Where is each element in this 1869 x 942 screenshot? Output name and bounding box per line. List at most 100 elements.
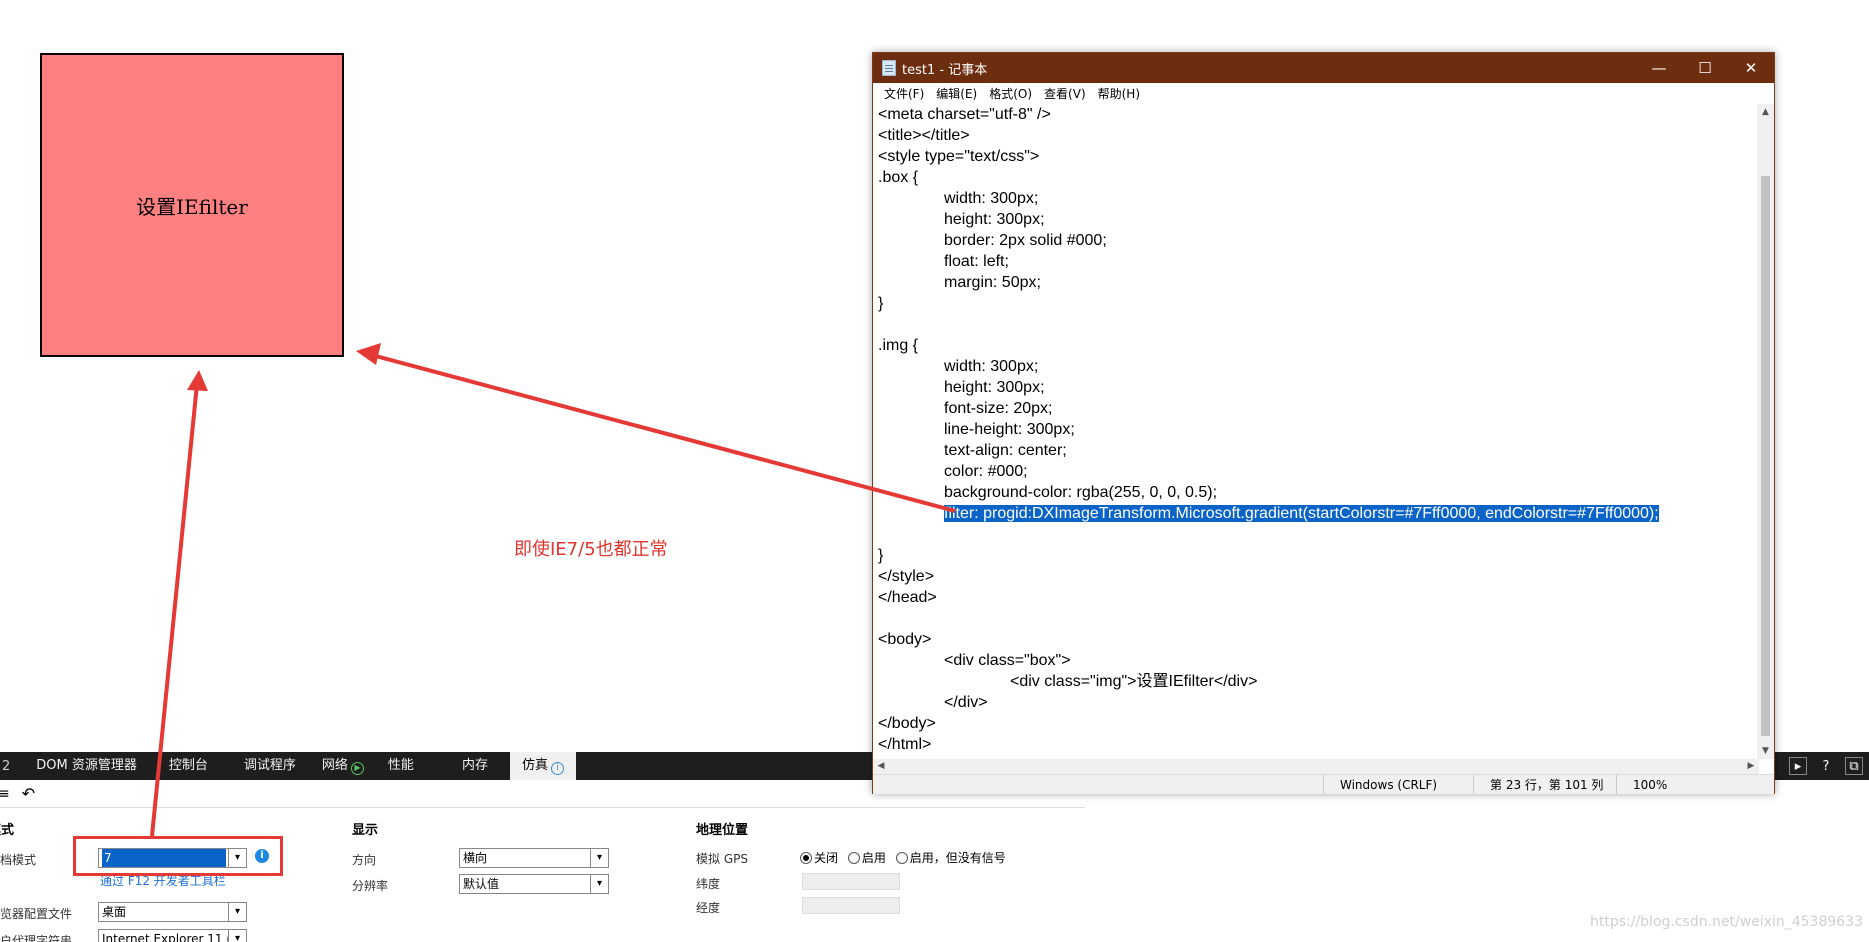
editor-line-text: </body>: [878, 715, 936, 732]
resolution-select[interactable]: 默认值 ▾: [459, 874, 609, 894]
demo-filter-box: 设置IEfilter: [40, 53, 344, 357]
editor-line-text: font-size: 20px;: [944, 400, 1053, 417]
radio-icon: [895, 852, 908, 864]
vertical-scrollbar[interactable]: ▲ ▼: [1757, 104, 1774, 759]
editor-line-text: float: left;: [944, 253, 1009, 270]
notepad-titlebar[interactable]: test1 - 记事本 — ☐ ✕: [873, 53, 1774, 83]
horizontal-scrollbar[interactable]: ◀ ▶: [873, 759, 1759, 774]
doc-mode-highlight-box: [73, 836, 283, 876]
menu-help[interactable]: 帮助(H): [1092, 85, 1146, 102]
editor-line: width: 300px;: [878, 356, 1757, 377]
tab-dom-explorer[interactable]: DOM 资源管理器: [16, 752, 149, 780]
editor-line: </style>: [878, 566, 1757, 587]
editor-line-text: .box {: [878, 169, 919, 186]
tab-emulation[interactable]: 仿真 i: [509, 752, 576, 780]
undo-icon[interactable]: ↶: [22, 784, 35, 803]
orientation-select[interactable]: 横向 ▾: [459, 848, 609, 868]
editor-line: }: [878, 293, 1757, 314]
arrowhead-up-icon: [187, 370, 208, 391]
mode-section-title: 模式: [0, 823, 15, 838]
play-icon: ▶: [350, 762, 364, 775]
editor-line-text: <div class="box">: [944, 652, 1071, 669]
tab-memory[interactable]: 内存: [426, 752, 500, 780]
editor-line-text: border: 2px solid #000;: [944, 232, 1107, 249]
gps-option-on[interactable]: 启用: [847, 851, 886, 865]
ua-string-select[interactable]: Internet Explorer 11 (默认) ▾: [98, 929, 247, 942]
minimize-button[interactable]: —: [1636, 53, 1682, 83]
gps-option-off[interactable]: 关闭: [800, 851, 838, 865]
tab-performance[interactable]: 性能: [366, 752, 426, 780]
editor-line-text: width: 300px;: [944, 190, 1039, 207]
menu-edit[interactable]: 编辑(E): [930, 85, 983, 102]
gps-option-no-signal-label: 启用，但没有信号: [909, 851, 1006, 865]
watermark: https://blog.csdn.net/weixin_45389633: [1589, 914, 1863, 930]
tab-network[interactable]: 网络 ▶: [308, 752, 366, 780]
latitude-input[interactable]: [802, 873, 900, 890]
console-toggle-icon[interactable]: ▸: [1789, 757, 1807, 775]
gps-option-no-signal[interactable]: 启用，但没有信号: [895, 851, 1006, 865]
browser-profile-label: 浏览器配置文件: [0, 907, 73, 921]
editor-line: text-align: center;: [878, 440, 1757, 461]
scroll-left-icon[interactable]: ◀: [873, 759, 889, 774]
longitude-label: 经度: [696, 901, 721, 915]
editor-line-text: <style type="text/css">: [878, 148, 1040, 165]
close-button[interactable]: ✕: [1728, 53, 1774, 83]
gps-option-on-label: 启用: [861, 851, 886, 865]
notepad-menubar: 文件(F) 编辑(E) 格式(O) 查看(V) 帮助(H): [873, 83, 1774, 104]
menu-file[interactable]: 文件(F): [878, 85, 930, 102]
status-zoom: 100%: [1616, 775, 1716, 795]
latitude-label: 纬度: [696, 877, 721, 891]
editor-line: filter: progid:DXImageTransform.Microsof…: [878, 503, 1757, 524]
orientation-label: 方向: [352, 853, 377, 867]
longitude-input[interactable]: [802, 897, 900, 914]
editor-line-text: text-align: center;: [944, 442, 1067, 459]
tab-emulation-label: 仿真: [521, 758, 548, 773]
editor-line-text: }: [878, 295, 884, 312]
tab-network-label: 网络: [321, 758, 348, 773]
tab-debugger[interactable]: 调试程序: [220, 752, 308, 780]
editor-line: margin: 50px;: [878, 272, 1757, 293]
editor-line: height: 300px;: [878, 209, 1757, 230]
demo-box-text: 设置IEfilter: [136, 194, 248, 219]
scroll-down-icon[interactable]: ▼: [1757, 743, 1774, 759]
menu-format[interactable]: 格式(O): [983, 85, 1038, 102]
devtools-right-icons: ▸ ? ⧉: [1789, 752, 1869, 780]
gps-options: 关闭 启用 启用，但没有信号: [800, 849, 1006, 866]
editor-line-text: <meta charset="utf-8" />: [878, 106, 1051, 123]
help-icon[interactable]: ?: [1817, 757, 1835, 775]
menu-view[interactable]: 查看(V): [1038, 85, 1092, 102]
menu-icon[interactable]: ≡: [0, 786, 10, 802]
info-circle-icon: i: [550, 762, 564, 775]
maximize-button[interactable]: ☐: [1682, 53, 1728, 83]
scroll-right-icon[interactable]: ▶: [1743, 759, 1759, 774]
editor-line: </html>: [878, 734, 1757, 755]
undock-icon[interactable]: ⧉: [1845, 757, 1863, 775]
editor-line: .box {: [878, 167, 1757, 188]
scroll-up-icon[interactable]: ▲: [1757, 104, 1774, 120]
scroll-thumb[interactable]: [1761, 176, 1770, 736]
status-encoding: Windows (CRLF): [1323, 775, 1483, 795]
browser-profile-select[interactable]: 桌面 ▾: [98, 902, 247, 922]
tab-console[interactable]: 控制台: [149, 752, 220, 780]
gps-option-off-label: 关闭: [814, 851, 839, 865]
chevron-down-icon: ▾: [590, 849, 608, 867]
editor-line: border: 2px solid #000;: [878, 230, 1757, 251]
editor-line: height: 300px;: [878, 377, 1757, 398]
chevron-down-icon: ▾: [228, 903, 246, 921]
editor-line-text: </div>: [944, 694, 988, 711]
arrowhead-right-icon: [356, 343, 381, 365]
status-position: 第 23 行，第 101 列: [1473, 775, 1616, 795]
notepad-editor[interactable]: <meta charset="utf-8" /> <title></title> <…: [873, 104, 1757, 810]
editor-line: float: left;: [878, 251, 1757, 272]
editor-line-text: <title></title>: [878, 127, 970, 144]
editor-line: color: #000;: [878, 461, 1757, 482]
devtools-tab-number: 2: [2, 758, 11, 774]
editor-line: </head>: [878, 587, 1757, 608]
arrow-to-box-right: [371, 353, 956, 513]
editor-line: background-color: rgba(255, 0, 0, 0.5);: [878, 482, 1757, 503]
browser-profile-value: 桌面: [102, 905, 127, 919]
editor-line-text: height: 300px;: [944, 211, 1045, 228]
annotation-text: 即使IE7/5也都正常: [514, 539, 668, 560]
editor-line-text: margin: 50px;: [944, 274, 1041, 291]
